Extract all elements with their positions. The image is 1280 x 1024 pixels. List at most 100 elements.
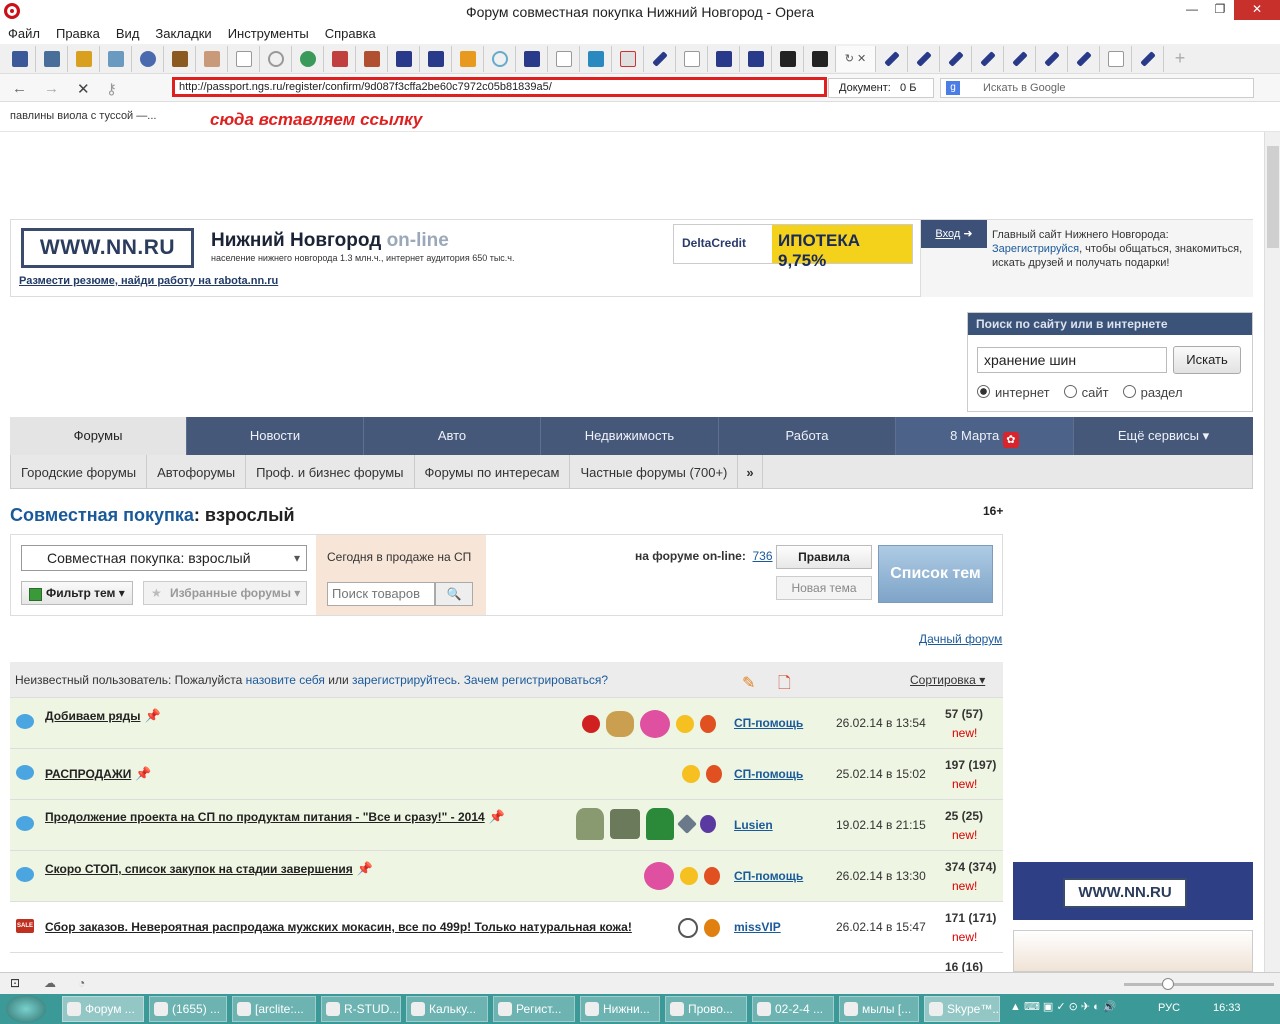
task-arclite[interactable]: [arclite:... — [232, 996, 316, 1022]
subnav-city[interactable]: Городские форумы — [11, 455, 148, 488]
tab-11[interactable] — [324, 45, 356, 72]
topic-title[interactable]: Продолжение проекта на СП по продуктам п… — [45, 809, 505, 825]
tab-27[interactable]: ↻ ✕ — [836, 45, 876, 72]
task-explorer[interactable]: Прово... — [665, 996, 747, 1022]
nav-realty[interactable]: Недвижимость — [541, 417, 719, 455]
key-icon[interactable]: ⚷ — [106, 80, 117, 98]
product-search-button[interactable]: 🔍 — [435, 582, 473, 606]
topic-row[interactable]: SALE Сбор заказов. Невероятная распродаж… — [10, 902, 1003, 953]
radio-internet[interactable]: интернет — [977, 385, 1050, 400]
tab-19[interactable] — [580, 45, 612, 72]
tab-17[interactable] — [516, 45, 548, 72]
tab-8[interactable] — [228, 45, 260, 72]
subnav-interests[interactable]: Форумы по интересам — [415, 455, 571, 488]
vertical-scrollbar[interactable] — [1264, 132, 1280, 972]
topic-row[interactable]: Продолжение проекта на СП по продуктам п… — [10, 800, 1003, 851]
filter-topics-button[interactable]: Фильтр тем ▾ — [21, 581, 133, 605]
tab-18[interactable] — [548, 45, 580, 72]
close-button[interactable]: ✕ — [1234, 0, 1280, 20]
task-word[interactable]: мылы [... — [839, 996, 919, 1022]
subnav-more-arrow[interactable]: » — [738, 455, 763, 488]
tab-28[interactable] — [876, 45, 908, 72]
minimize-button[interactable]: — — [1178, 0, 1206, 20]
tab-30[interactable] — [940, 45, 972, 72]
menu-bookmarks[interactable]: Закладки — [155, 24, 219, 44]
task-rstudio[interactable]: R-STUD... — [321, 996, 401, 1022]
document-disabled-icon[interactable]: 🗋 — [778, 666, 800, 692]
dacha-forum-link[interactable]: Дачный форум — [919, 632, 1002, 646]
tab-22[interactable] — [676, 45, 708, 72]
new-tab-button[interactable]: + — [1164, 46, 1196, 72]
topic-list-button[interactable]: Список тем — [878, 545, 993, 603]
nav-auto[interactable]: Авто — [364, 417, 541, 455]
deltacredit-banner[interactable]: DeltaCredit ИПОТЕКА 9,75% — [673, 224, 913, 270]
topic-author[interactable]: СП-помощь — [734, 716, 803, 730]
tab-9[interactable] — [260, 45, 292, 72]
job-link[interactable]: Размести резюме, найди работу на rabota.… — [19, 275, 278, 287]
topic-title[interactable]: Добиваем ряды 📌 — [45, 708, 161, 724]
product-search-input[interactable]: Поиск товаров — [327, 582, 435, 606]
tab-10[interactable] — [292, 45, 324, 72]
tab-4[interactable] — [100, 45, 132, 72]
subnav-private[interactable]: Частные форумы (700+) — [570, 455, 739, 488]
speed-icon[interactable]: ◔ — [78, 976, 85, 990]
search-input[interactable]: хранение шин — [977, 347, 1167, 373]
tab-36[interactable] — [1132, 45, 1164, 72]
edit-disabled-icon[interactable]: ✎ — [742, 666, 764, 692]
subnav-auto[interactable]: Автофорумы — [147, 455, 247, 488]
task-opera[interactable]: Форум ... — [62, 996, 144, 1022]
tab-21[interactable] — [644, 45, 676, 72]
tab-25[interactable] — [772, 45, 804, 72]
menu-tools[interactable]: Инструменты — [228, 24, 317, 44]
task-firefox[interactable]: Регист... — [493, 996, 575, 1022]
stop-icon[interactable]: ✕ — [77, 80, 90, 98]
why-register-link[interactable]: Зачем регистрироваться? — [464, 673, 608, 687]
task-skype[interactable]: Skype™... — [924, 996, 1000, 1022]
tab-5[interactable] — [132, 45, 164, 72]
radio-section[interactable]: раздел — [1123, 385, 1183, 400]
topic-row[interactable]: РАСПРОДАЖИ 📌 СП-помощь 25.02.14 в 15:02 1… — [10, 749, 1003, 800]
menu-view[interactable]: Вид — [116, 24, 148, 44]
nav-forums[interactable]: Форумы — [10, 417, 187, 455]
tab-vk[interactable] — [36, 45, 68, 72]
subnav-business[interactable]: Проф. и бизнес форумы — [246, 455, 415, 488]
sort-dropdown[interactable]: Сортировка ▾ — [910, 662, 985, 698]
online-count-link[interactable]: 736 — [753, 549, 773, 563]
nav-work[interactable]: Работа — [719, 417, 896, 455]
tab-23[interactable] — [708, 45, 740, 72]
topic-title[interactable]: Сбор заказов. Невероятная распродажа муж… — [45, 920, 632, 934]
language-indicator[interactable]: РУС — [1158, 1002, 1180, 1014]
tab-7[interactable] — [196, 45, 228, 72]
topic-row[interactable]: Добиваем ряды 📌 СП-помощь 26.02.14 в 13:5… — [10, 698, 1003, 749]
nav-march8[interactable]: 8 Марта ✿ — [896, 417, 1074, 455]
nav-news[interactable]: Новости — [187, 417, 364, 455]
tab-26[interactable] — [804, 45, 836, 72]
topic-row[interactable]: Скоро СТОП, список закупок на стадии зав… — [10, 851, 1003, 902]
topic-author[interactable]: missVIP — [734, 920, 781, 934]
close-tab-icon[interactable]: ↻ ✕ — [845, 52, 867, 65]
task-nizhny[interactable]: Нижни... — [580, 996, 660, 1022]
portrait-ad-banner[interactable] — [1013, 930, 1253, 972]
login-button[interactable]: Вход ➜ — [921, 220, 987, 248]
tab-facebook[interactable] — [4, 45, 36, 72]
zoom-handle[interactable] — [1162, 978, 1174, 990]
nav-more[interactable]: Ещё сервисы ▾ — [1074, 417, 1253, 455]
login-link[interactable]: назовите себя — [246, 673, 325, 687]
tab-24[interactable] — [740, 45, 772, 72]
favorite-forums-button[interactable]: ★ Избранные форумы ▾ — [143, 581, 307, 605]
radio-site[interactable]: сайт — [1064, 385, 1109, 400]
topic-title[interactable]: РАСПРОДАЖИ 📌 — [45, 766, 152, 782]
forward-arrow-icon[interactable]: → — [44, 80, 59, 97]
menu-help[interactable]: Справка — [325, 24, 384, 44]
tab-14[interactable] — [420, 45, 452, 72]
task-calculator[interactable]: Кальку... — [406, 996, 488, 1022]
tab-32[interactable] — [1004, 45, 1036, 72]
topic-row[interactable]: 16 (16) — [10, 953, 1003, 972]
maximize-button[interactable]: ❐ — [1206, 0, 1234, 20]
topic-author[interactable]: СП-помощь — [734, 767, 803, 781]
scrollbar-thumb[interactable] — [1267, 146, 1279, 248]
zoom-slider[interactable] — [1124, 978, 1274, 990]
nnru-ad-banner[interactable]: WWW.NN.RU — [1013, 862, 1253, 920]
google-search-field[interactable]: g Искать в Google — [940, 78, 1254, 98]
tab-33[interactable] — [1036, 45, 1068, 72]
